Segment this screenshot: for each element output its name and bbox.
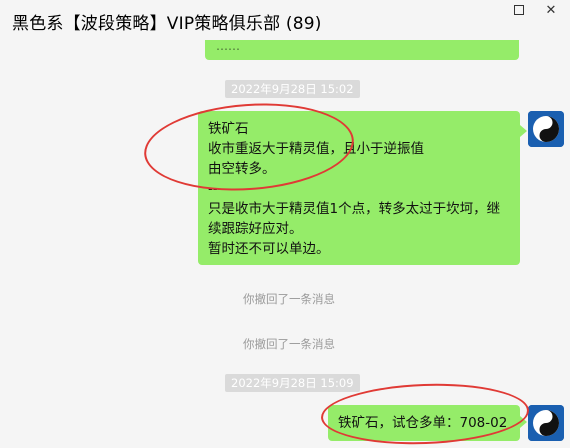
yin-yang-icon bbox=[528, 405, 564, 441]
recall-notice: 你撤回了一条消息 bbox=[243, 292, 335, 306]
maximize-icon bbox=[514, 5, 524, 15]
avatar[interactable] bbox=[528, 111, 564, 147]
message-line-2: 收市重返大于精灵值，且小于逆振值 bbox=[208, 141, 424, 157]
bubble-tail bbox=[520, 416, 527, 428]
message-line-3: 由空转多。 bbox=[208, 161, 276, 177]
message-text: 铁矿石，试仓多单：708-02 bbox=[338, 415, 508, 431]
message-bubble-iron-ore[interactable]: 铁矿石 收市重返大于精灵值，且小于逆振值 由空转多。 -------- 只是收市… bbox=[198, 111, 527, 265]
message-line-6: 暂时还不可以单边。 bbox=[208, 241, 330, 257]
window-titlebar: 黑色系【波段策略】VIP策略俱乐部 (89) ✕ bbox=[0, 0, 570, 40]
avatar[interactable] bbox=[528, 405, 564, 441]
message-bubble-trial-long[interactable]: 铁矿石，试仓多单：708-02 bbox=[328, 405, 527, 441]
chat-area: …… 2022年9月28日 15:02 铁矿石 收市重返大于精灵值，且小于逆振值… bbox=[0, 0, 570, 448]
maximize-button[interactable] bbox=[508, 2, 530, 18]
chat-title: 黑色系【波段策略】VIP策略俱乐部 (89) bbox=[12, 14, 322, 34]
yin-yang-icon bbox=[528, 111, 564, 147]
close-button[interactable]: ✕ bbox=[540, 2, 562, 18]
bubble-tail bbox=[520, 125, 527, 137]
message-line-4: -------- bbox=[208, 181, 247, 197]
message-line-5: 只是收市大于精灵值1个点，转多太过于坎坷，继续跟踪好应对。 bbox=[208, 201, 501, 237]
timestamp-1509: 2022年9月28日 15:09 bbox=[225, 374, 360, 392]
message-line-1: 铁矿石 bbox=[208, 121, 249, 137]
recall-notice: 你撤回了一条消息 bbox=[243, 337, 335, 351]
timestamp-1502: 2022年9月28日 15:02 bbox=[225, 80, 360, 98]
close-icon: ✕ bbox=[545, 2, 557, 18]
